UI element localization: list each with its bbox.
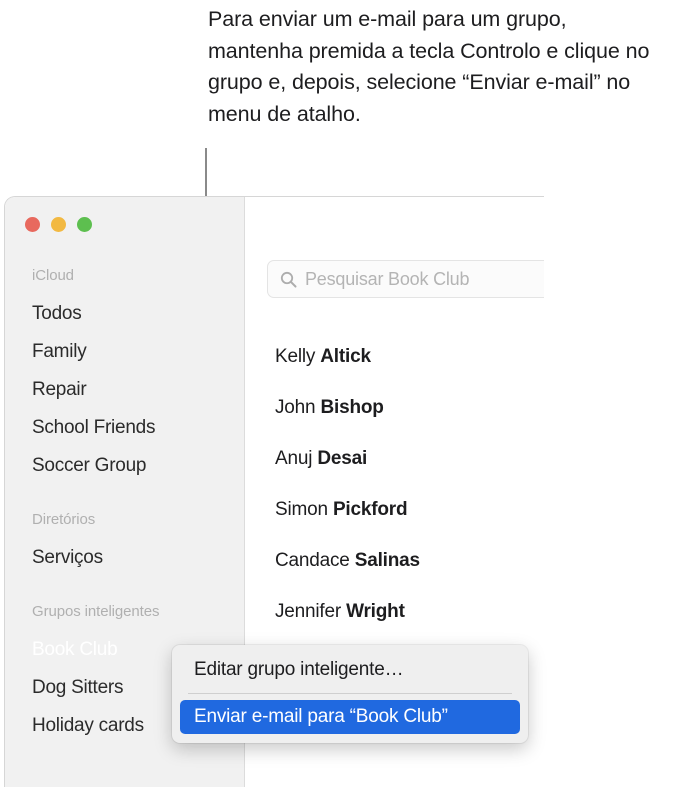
contact-list: Kelly Altick John Bishop Anuj Desai Simo… xyxy=(246,331,544,637)
contact-row[interactable]: John Bishop xyxy=(246,382,544,433)
context-menu: Editar grupo inteligente… Enviar e-mail … xyxy=(172,645,528,743)
sidebar-item-label: Todos xyxy=(32,303,82,324)
contact-first-name: John xyxy=(275,397,316,418)
sidebar-item-soccer-group[interactable]: Soccer Group xyxy=(5,447,245,485)
zoom-button[interactable] xyxy=(77,217,92,232)
minimize-button[interactable] xyxy=(51,217,66,232)
contact-row[interactable]: Candace Salinas xyxy=(246,535,544,586)
sidebar-item-label: Serviços xyxy=(32,547,103,568)
sidebar-item-servicos[interactable]: Serviços xyxy=(5,539,245,577)
menu-item-send-email-to-group[interactable]: Enviar e-mail para “Book Club” xyxy=(180,700,520,734)
contact-row[interactable]: Jennifer Wright xyxy=(246,586,544,637)
contact-last-name: Desai xyxy=(317,448,368,469)
sidebar-section-header-grupos-inteligentes: Grupos inteligentes xyxy=(32,603,160,620)
sidebar-item-label: Family xyxy=(32,341,87,362)
sidebar-item-label: School Friends xyxy=(32,417,156,438)
window-controls xyxy=(25,217,92,232)
contact-first-name: Kelly xyxy=(275,346,316,367)
sidebar-item-label: Holiday cards xyxy=(32,715,144,736)
menu-separator xyxy=(188,693,512,694)
sidebar-item-label: Book Club xyxy=(32,639,118,660)
contact-row[interactable]: Simon Pickford xyxy=(246,484,544,535)
search-field[interactable]: Pesquisar Book Club xyxy=(267,260,544,298)
search-icon xyxy=(280,271,297,288)
contact-last-name: Altick xyxy=(320,346,371,367)
caption-text: Para enviar um e-mail para um grupo, man… xyxy=(208,7,650,126)
contact-last-name: Bishop xyxy=(320,397,384,418)
contact-last-name: Pickford xyxy=(332,499,408,520)
search-placeholder: Pesquisar Book Club xyxy=(305,268,470,289)
contact-first-name: Anuj xyxy=(275,448,313,469)
contact-last-name: Salinas xyxy=(354,550,420,571)
contact-first-name: Simon xyxy=(275,499,328,520)
sidebar-item-family[interactable]: Family xyxy=(5,333,245,371)
contact-row[interactable]: Kelly Altick xyxy=(246,331,544,382)
contact-first-name: Jennifer xyxy=(275,601,341,622)
contact-row[interactable]: Anuj Desai xyxy=(246,433,544,484)
sidebar-section-header-diretorios: Diretórios xyxy=(32,511,96,528)
sidebar-item-todos[interactable]: Todos xyxy=(5,295,245,333)
contact-first-name: Candace xyxy=(275,550,350,571)
close-button[interactable] xyxy=(25,217,40,232)
sidebar-item-repair[interactable]: Repair xyxy=(5,371,245,409)
menu-item-edit-smart-group[interactable]: Editar grupo inteligente… xyxy=(180,653,520,687)
sidebar-item-label: Soccer Group xyxy=(32,455,147,476)
sidebar-item-label: Repair xyxy=(32,379,87,400)
sidebar-item-label: Dog Sitters xyxy=(32,677,124,698)
sidebar-section-header-icloud: iCloud xyxy=(32,267,74,284)
contact-last-name: Wright xyxy=(346,601,405,622)
sidebar-item-school-friends[interactable]: School Friends xyxy=(5,409,245,447)
